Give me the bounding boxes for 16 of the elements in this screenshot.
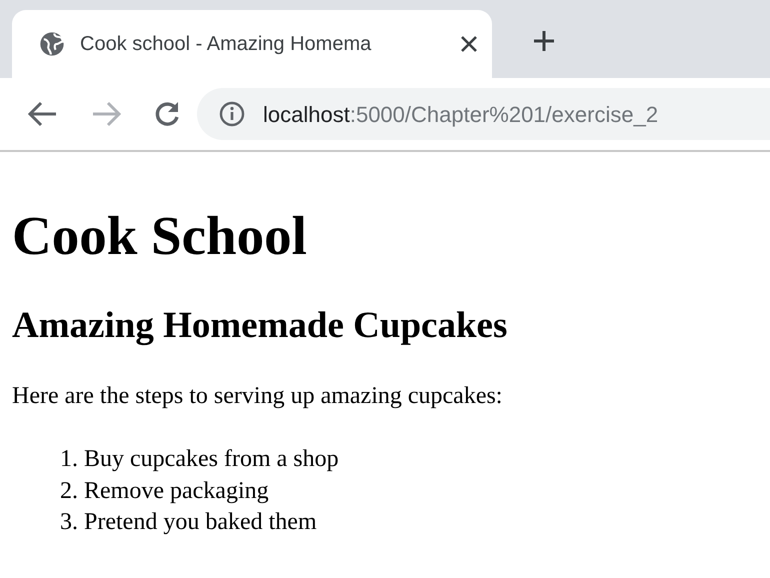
url-text: localhost:5000/Chapter%201/exercise_2	[263, 100, 658, 129]
list-item: 2. Remove packaging	[60, 476, 270, 506]
tab-title: Cook school - Amazing Homema	[80, 32, 372, 57]
back-arrow-icon[interactable]	[26, 100, 58, 128]
page-subheading: Amazing Homemade Cupcakes	[12, 304, 508, 348]
intro-paragraph: Here are the steps to serving up amazing cupcakes:	[12, 382, 504, 411]
page-heading: Cook School	[12, 204, 308, 268]
browser-tab[interactable]: Cook school - Amazing Homema	[12, 10, 492, 78]
globe-icon	[38, 30, 66, 58]
reload-icon[interactable]	[153, 100, 181, 128]
info-icon	[219, 101, 245, 127]
close-icon[interactable]	[460, 35, 478, 53]
address-bar[interactable]: localhost:5000/Chapter%201/exercise_2	[197, 88, 770, 140]
list-item: 1. Buy cupcakes from a shop	[60, 445, 340, 474]
new-tab-icon[interactable]	[532, 29, 556, 53]
list-item: 3. Pretend you baked them	[60, 508, 318, 537]
